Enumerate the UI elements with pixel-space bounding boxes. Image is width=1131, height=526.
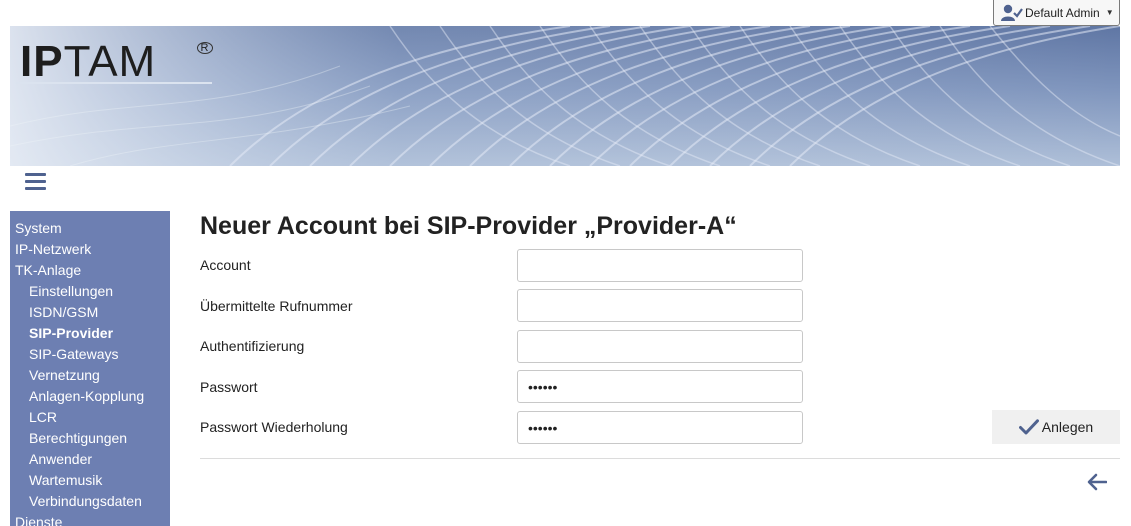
- check-icon: [1018, 419, 1039, 435]
- transmitted-number-label: Übermittelte Rufnummer: [200, 298, 353, 314]
- account-label: Account: [200, 257, 251, 273]
- user-menu-button[interactable]: Default Admin ▼: [993, 0, 1120, 26]
- logo-underline: [16, 82, 212, 84]
- sidebar-nav: System IP-Netzwerk TK-Anlage Einstellungen I…: [10, 211, 170, 526]
- hamburger-icon[interactable]: [25, 173, 46, 191]
- sidebar-item-sip-provider[interactable]: SIP-Provider: [10, 323, 170, 344]
- caret-down-icon: ▼: [1105, 8, 1114, 17]
- account-input[interactable]: [517, 249, 803, 282]
- user-menu-label: Default Admin: [1025, 5, 1100, 20]
- sidebar-item-anlagen-kopplung[interactable]: Anlagen-Kopplung: [10, 386, 170, 407]
- sidebar-item-tk-anlage[interactable]: TK-Anlage: [10, 260, 170, 281]
- create-button[interactable]: Anlegen: [992, 410, 1120, 444]
- page-title: Neuer Account bei SIP-Provider „Provider…: [200, 212, 737, 240]
- logo: IPTAM R: [20, 40, 213, 84]
- sidebar-item-lcr[interactable]: LCR: [10, 407, 170, 428]
- sidebar-item-verbindungsdaten[interactable]: Verbindungsdaten: [10, 491, 170, 512]
- arrow-left-icon[interactable]: [1087, 473, 1107, 491]
- registered-mark: R: [197, 42, 213, 54]
- sidebar-item-anwender[interactable]: Anwender: [10, 449, 170, 470]
- password-label: Passwort: [200, 379, 258, 395]
- sidebar-item-dienste[interactable]: Dienste: [10, 512, 170, 526]
- password-repeat-label: Passwort Wiederholung: [200, 419, 348, 435]
- password-input[interactable]: [517, 370, 803, 403]
- sidebar-item-berechtigungen[interactable]: Berechtigungen: [10, 428, 170, 449]
- transmitted-number-input[interactable]: [517, 289, 803, 322]
- sidebar-item-vernetzung[interactable]: Vernetzung: [10, 365, 170, 386]
- sidebar-item-ip-netzwerk[interactable]: IP-Netzwerk: [10, 239, 170, 260]
- sidebar-item-isdn-gsm[interactable]: ISDN/GSM: [10, 302, 170, 323]
- authentication-input[interactable]: [517, 330, 803, 363]
- create-button-label: Anlegen: [1041, 419, 1094, 435]
- sidebar-item-sip-gateways[interactable]: SIP-Gateways: [10, 344, 170, 365]
- authentication-label: Authentifizierung: [200, 338, 305, 354]
- header-banner: IPTAM R: [10, 26, 1120, 166]
- divider: [200, 458, 1120, 459]
- banner-artwork: [10, 26, 1120, 166]
- user-check-icon: [1001, 4, 1023, 21]
- sidebar-item-wartemusik[interactable]: Wartemusik: [10, 470, 170, 491]
- sidebar-item-einstellungen[interactable]: Einstellungen: [10, 281, 170, 302]
- sidebar-item-system[interactable]: System: [10, 218, 170, 239]
- password-repeat-input[interactable]: [517, 411, 803, 444]
